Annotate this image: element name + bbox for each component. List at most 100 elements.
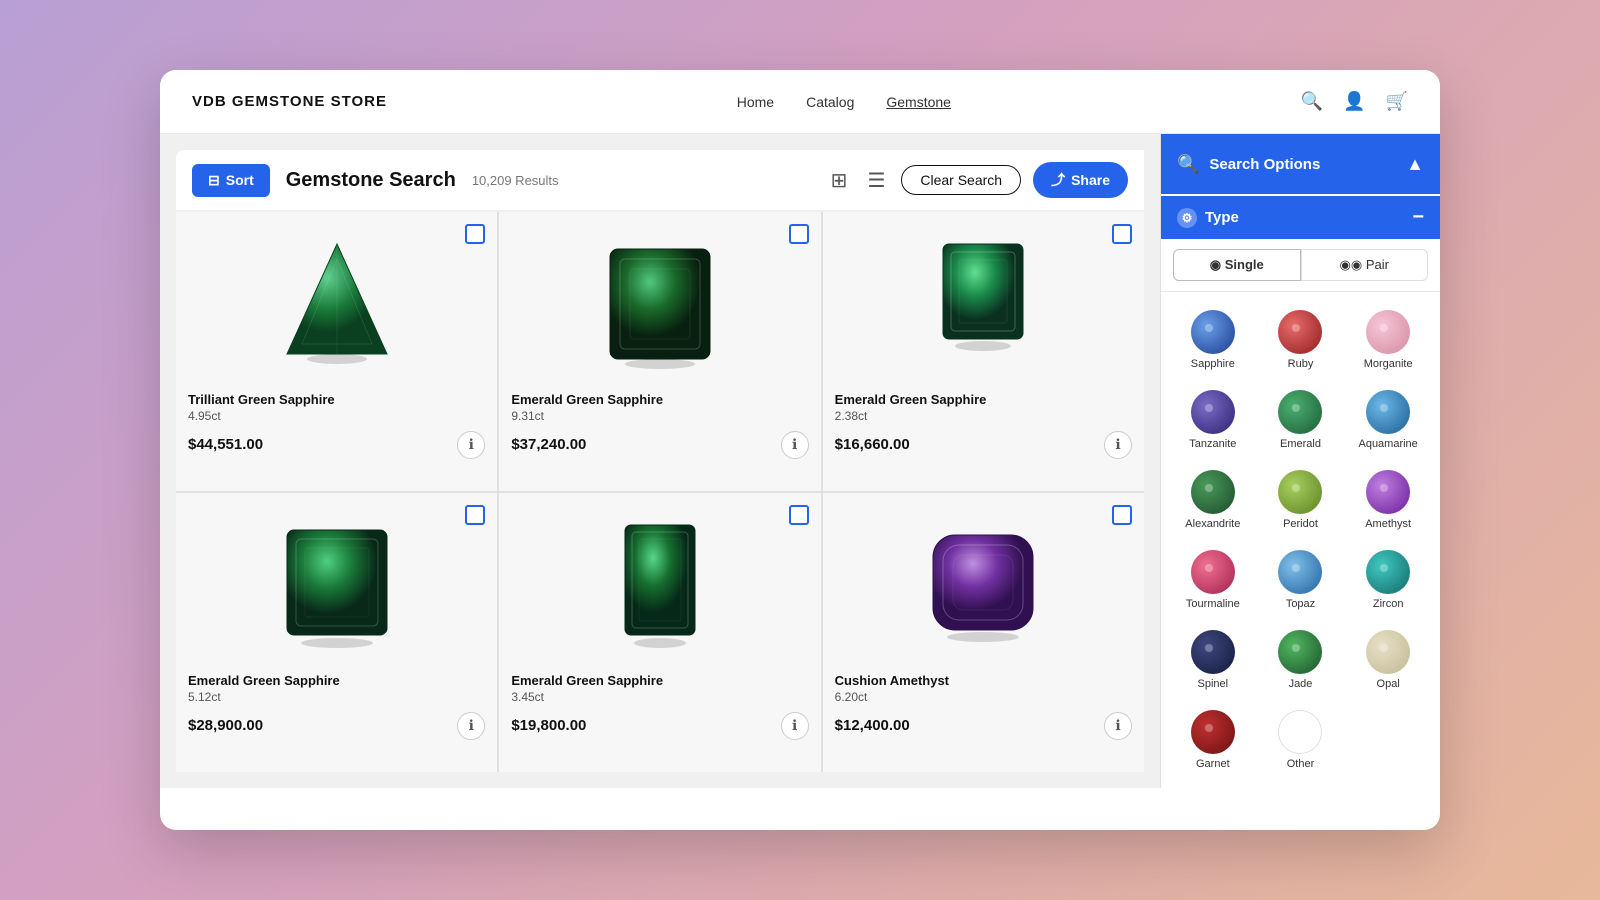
gem-circle-aquamarine bbox=[1366, 390, 1410, 434]
nav-icons: 🔍 👤 🛒 bbox=[1301, 91, 1408, 112]
card-price-4: $28,900.00 bbox=[188, 717, 263, 734]
gem-type-label-spinel: Spinel bbox=[1198, 678, 1229, 690]
search-options-label: Search Options bbox=[1209, 156, 1396, 173]
gem-circle-peridot bbox=[1278, 470, 1322, 514]
list-view-button[interactable]: ☰ bbox=[863, 164, 889, 197]
card-image-6 bbox=[835, 505, 1132, 665]
clear-search-button[interactable]: Clear Search bbox=[901, 165, 1021, 195]
card-price-row-3: $16,660.00 ℹ bbox=[835, 431, 1132, 459]
toolbar: ⊟ Sort Gemstone Search 10,209 Results ⊞ … bbox=[176, 150, 1144, 210]
card-info-button-3[interactable]: ℹ bbox=[1104, 431, 1132, 459]
gem-circle-morganite bbox=[1366, 310, 1410, 354]
search-title: Gemstone Search bbox=[286, 169, 456, 192]
gem-shape-emerald-2 bbox=[595, 234, 725, 374]
share-label: Share bbox=[1071, 172, 1110, 188]
gem-type-label-jade: Jade bbox=[1289, 678, 1313, 690]
gem-type-grid: Sapphire Ruby Morganite Tanzanite Emerald Aqu… bbox=[1161, 292, 1440, 788]
card-price-row-4: $28,900.00 ℹ bbox=[188, 712, 485, 740]
gem-type-item-sapphire[interactable]: Sapphire bbox=[1169, 300, 1257, 380]
gem-circle-ruby bbox=[1278, 310, 1322, 354]
gem-type-item-alexandrite[interactable]: Alexandrite bbox=[1169, 460, 1257, 540]
single-gem-icon: ◉ bbox=[1210, 257, 1221, 272]
gem-type-item-peridot[interactable]: Peridot bbox=[1257, 460, 1345, 540]
brand-logo: VDB GEMSTONE STORE bbox=[192, 93, 387, 110]
gem-type-item-zircon[interactable]: Zircon bbox=[1344, 540, 1432, 620]
search-options-collapse[interactable]: ▲ bbox=[1406, 154, 1424, 175]
product-card-2: Emerald Green Sapphire 9.31ct $37,240.00… bbox=[499, 212, 820, 491]
gem-circle-spinel bbox=[1191, 630, 1235, 674]
product-card-4: Emerald Green Sapphire 5.12ct $28,900.00… bbox=[176, 493, 497, 772]
card-checkbox-5[interactable] bbox=[789, 505, 809, 525]
gem-type-label-emerald: Emerald bbox=[1280, 438, 1321, 450]
card-price-5: $19,800.00 bbox=[511, 717, 586, 734]
card-price-2: $37,240.00 bbox=[511, 436, 586, 453]
gem-circle-garnet bbox=[1191, 710, 1235, 754]
single-toggle-button[interactable]: ◉ Single bbox=[1173, 249, 1301, 281]
gem-type-item-ruby[interactable]: Ruby bbox=[1257, 300, 1345, 380]
gem-type-item-topaz[interactable]: Topaz bbox=[1257, 540, 1345, 620]
nav-home[interactable]: Home bbox=[737, 94, 774, 110]
gem-type-label-morganite: Morganite bbox=[1364, 358, 1413, 370]
gem-type-label-amethyst: Amethyst bbox=[1365, 518, 1411, 530]
gem-type-item-aquamarine[interactable]: Aquamarine bbox=[1344, 380, 1432, 460]
gem-type-item-garnet[interactable]: Garnet bbox=[1169, 700, 1257, 780]
card-image-5 bbox=[511, 505, 808, 665]
gem-type-item-spinel[interactable]: Spinel bbox=[1169, 620, 1257, 700]
grid-view-button[interactable]: ⊞ bbox=[827, 164, 852, 197]
app-window: VDB GEMSTONE STORE Home Catalog Gemstone… bbox=[160, 70, 1440, 830]
gem-type-label-other: Other bbox=[1287, 758, 1315, 770]
card-image-2 bbox=[511, 224, 808, 384]
card-info-button-5[interactable]: ℹ bbox=[781, 712, 809, 740]
type-gear-icon: ⚙ bbox=[1177, 208, 1197, 228]
gem-type-item-other[interactable]: Other bbox=[1257, 700, 1345, 780]
card-checkbox-2[interactable] bbox=[789, 224, 809, 244]
sort-button[interactable]: ⊟ Sort bbox=[192, 164, 270, 197]
gem-type-item-tanzanite[interactable]: Tanzanite bbox=[1169, 380, 1257, 460]
nav-catalog[interactable]: Catalog bbox=[806, 94, 854, 110]
product-card-6: Cushion Amethyst 6.20ct $12,400.00 ℹ bbox=[823, 493, 1144, 772]
single-label: Single bbox=[1225, 257, 1264, 272]
gem-type-label-ruby: Ruby bbox=[1288, 358, 1314, 370]
card-info-button-2[interactable]: ℹ bbox=[781, 431, 809, 459]
card-info-button-4[interactable]: ℹ bbox=[457, 712, 485, 740]
search-options-header: 🔍 Search Options ▲ bbox=[1161, 134, 1440, 194]
gem-type-label-sapphire: Sapphire bbox=[1191, 358, 1235, 370]
gem-type-item-morganite[interactable]: Morganite bbox=[1344, 300, 1432, 380]
gem-circle-opal bbox=[1366, 630, 1410, 674]
type-header: ⚙ Type − bbox=[1161, 196, 1440, 239]
pair-label: Pair bbox=[1366, 257, 1389, 272]
cart-icon[interactable]: 🛒 bbox=[1386, 91, 1408, 112]
card-image-4 bbox=[188, 505, 485, 665]
card-price-row-1: $44,551.00 ℹ bbox=[188, 431, 485, 459]
type-label: Type bbox=[1205, 209, 1239, 226]
card-name-3: Emerald Green Sapphire bbox=[835, 392, 1132, 409]
nav-gemstone[interactable]: Gemstone bbox=[886, 94, 951, 110]
gem-type-label-tanzanite: Tanzanite bbox=[1189, 438, 1236, 450]
search-icon[interactable]: 🔍 bbox=[1301, 91, 1323, 112]
gem-shape-cushion bbox=[918, 515, 1048, 655]
gem-circle-other bbox=[1278, 710, 1322, 754]
pair-toggle-button[interactable]: ◉◉ Pair bbox=[1301, 249, 1429, 281]
user-icon[interactable]: 👤 bbox=[1343, 91, 1365, 112]
card-checkbox-1[interactable] bbox=[465, 224, 485, 244]
gem-circle-topaz bbox=[1278, 550, 1322, 594]
gem-type-item-tourmaline[interactable]: Tourmaline bbox=[1169, 540, 1257, 620]
gem-type-item-amethyst[interactable]: Amethyst bbox=[1344, 460, 1432, 540]
card-image-1 bbox=[188, 224, 485, 384]
type-collapse-button[interactable]: − bbox=[1412, 206, 1424, 229]
card-info-button-1[interactable]: ℹ bbox=[457, 431, 485, 459]
card-checkbox-6[interactable] bbox=[1112, 505, 1132, 525]
card-info-button-6[interactable]: ℹ bbox=[1104, 712, 1132, 740]
card-checkbox-4[interactable] bbox=[465, 505, 485, 525]
gem-shape-emerald-3 bbox=[923, 234, 1043, 374]
right-panel: 🔍 Search Options ▲ ⚙ Type − ◉ Single ◉◉ … bbox=[1160, 134, 1440, 788]
card-name-1: Trilliant Green Sapphire bbox=[188, 392, 485, 409]
gem-type-item-jade[interactable]: Jade bbox=[1257, 620, 1345, 700]
gem-type-item-emerald[interactable]: Emerald bbox=[1257, 380, 1345, 460]
product-grid: Trilliant Green Sapphire 4.95ct $44,551.… bbox=[176, 212, 1144, 772]
gem-type-item-opal[interactable]: Opal bbox=[1344, 620, 1432, 700]
gem-type-label-tourmaline: Tourmaline bbox=[1186, 598, 1240, 610]
sort-icon: ⊟ bbox=[208, 172, 220, 189]
share-button[interactable]: ⤴ Share bbox=[1033, 162, 1128, 198]
card-checkbox-3[interactable] bbox=[1112, 224, 1132, 244]
